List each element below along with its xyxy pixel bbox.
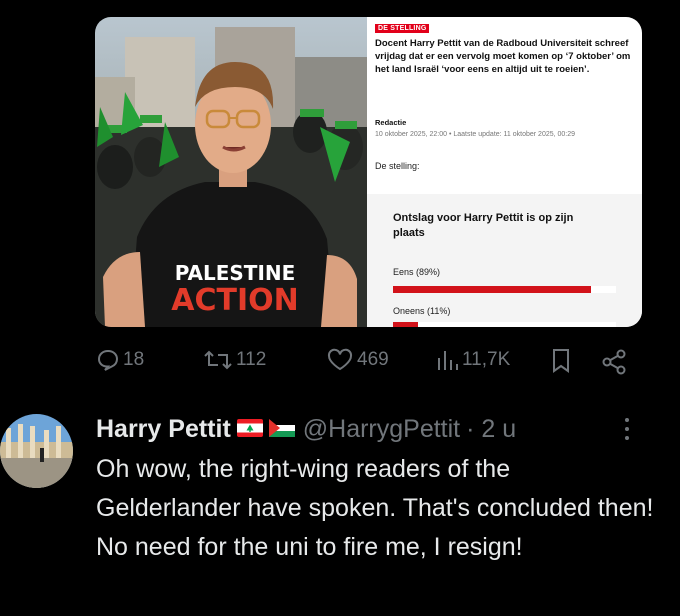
repost-icon	[204, 350, 232, 370]
views-button[interactable]: 11,7K	[435, 348, 510, 372]
more-icon	[625, 418, 629, 440]
lebanon-flag-icon	[236, 415, 263, 444]
poll: Ontslag voor Harry Pettit is op zijn pla…	[367, 194, 642, 327]
views-count: 11,7K	[462, 349, 511, 370]
more-options-button[interactable]	[620, 416, 634, 447]
views-icon	[438, 351, 458, 370]
article-author: Redactie	[375, 118, 407, 127]
tweet-media[interactable]: PALESTINE ACTION DE STELLING Docent Harr…	[95, 17, 642, 327]
post-time[interactable]: · 2 u	[466, 415, 516, 444]
article-headline: Docent Harry Pettit van de Radboud Unive…	[375, 38, 631, 75]
user-handle[interactable]: @HarrygPettit	[303, 415, 460, 444]
poll-option-agree-label: Eens (89%)	[393, 267, 441, 277]
tweet-actions: 18 112 469 11,7K	[0, 340, 680, 380]
poll-option-disagree-bar	[393, 322, 616, 327]
reply-header: Harry Pettit @HarrygPettit · 2 u	[96, 412, 516, 446]
poll-question: Ontslag voor Harry Pettit is op zijn pla…	[393, 212, 574, 239]
reply-count: 18	[123, 349, 145, 370]
stelling-label: De stelling:	[375, 161, 420, 171]
article-tag: DE STELLING	[375, 24, 430, 33]
bookmark-button[interactable]	[550, 348, 572, 374]
like-count: 469	[357, 349, 389, 370]
article-screenshot: DE STELLING Docent Harry Pettit van de R…	[367, 17, 642, 327]
palestine-flag-icon	[268, 415, 295, 444]
like-button[interactable]: 469	[326, 348, 389, 372]
bookmark-icon	[553, 349, 569, 373]
avatar[interactable]	[0, 414, 73, 488]
poll-option-disagree-label: Oneens (11%)	[393, 306, 451, 316]
poll-bar-fill-disagree	[393, 322, 418, 327]
reply-icon	[97, 349, 119, 371]
repost-button[interactable]: 112	[203, 348, 266, 372]
article-dates: 10 oktober 2025, 22:00 • Laatste update:…	[375, 131, 576, 138]
heart-icon	[327, 348, 353, 371]
shirt-text-line1: PALESTINE	[175, 261, 296, 285]
display-name[interactable]: Harry Pettit	[96, 415, 231, 444]
share-button[interactable]	[600, 348, 628, 376]
poll-option-agree-bar	[393, 286, 616, 293]
repost-count: 112	[236, 349, 267, 370]
share-icon	[602, 349, 626, 375]
shirt-text-line2: ACTION	[171, 283, 298, 318]
reply-button[interactable]: 18	[96, 348, 144, 372]
media-photo[interactable]: PALESTINE ACTION	[95, 17, 367, 327]
tweet-text: Oh wow, the right-wing readers of the Ge…	[96, 455, 654, 561]
reply-tweet[interactable]: Harry Pettit @HarrygPettit · 2 u Oh wow,…	[0, 400, 680, 616]
poll-bar-fill-agree	[393, 286, 592, 293]
